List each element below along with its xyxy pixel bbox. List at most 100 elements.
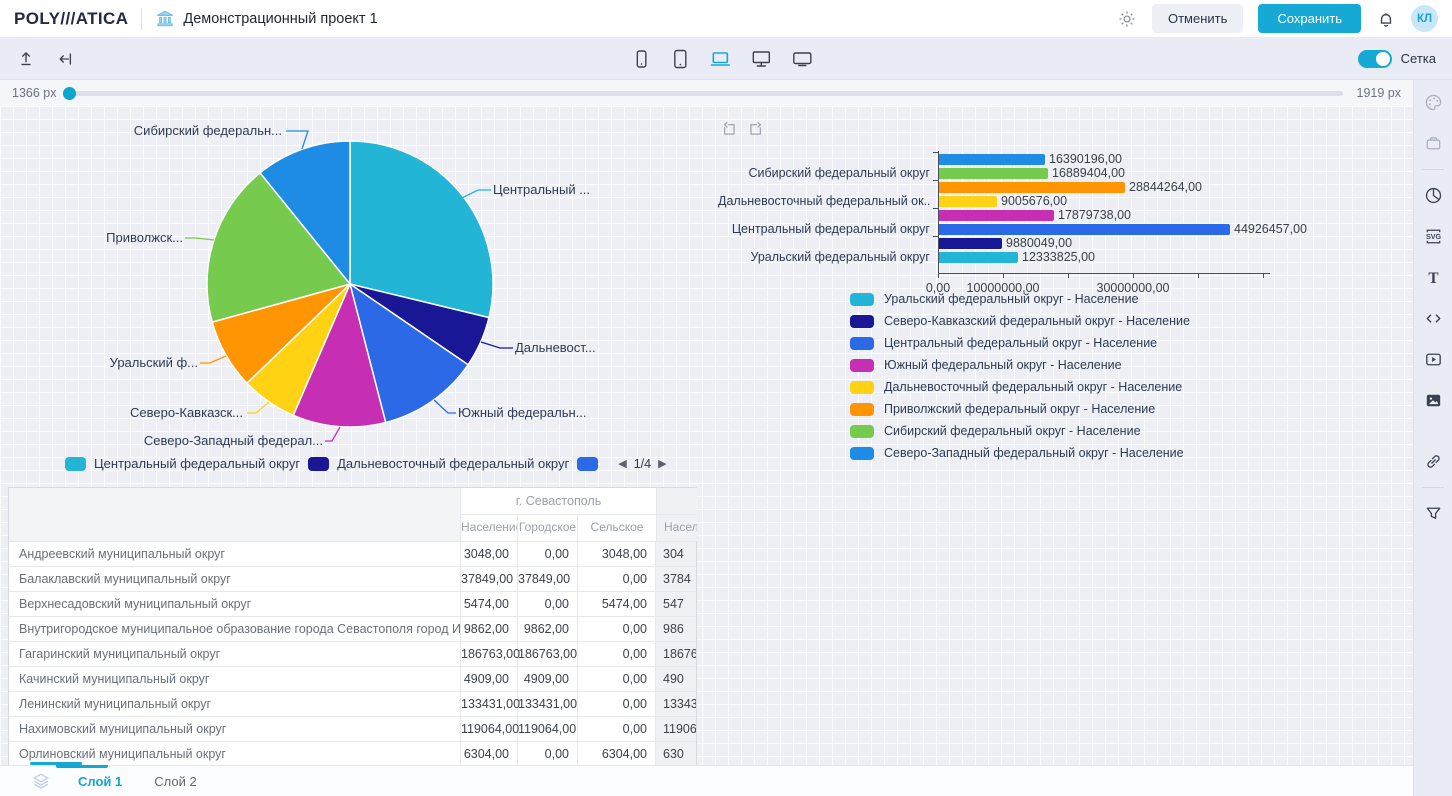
row-name-cell: Внутригородское муниципальное образовани… (9, 617, 461, 641)
dashboard-canvas[interactable]: Сибирский федеральн... Центральный ... П… (0, 106, 1413, 765)
row-name-cell: Ленинский муниципальный округ (9, 692, 461, 716)
x-axis-tick (1068, 274, 1069, 278)
device-tv-icon[interactable] (790, 48, 814, 70)
bar-row: 17879738,00 (938, 210, 1318, 221)
project-breadcrumb[interactable]: Демонстрационный проект 1 (155, 9, 377, 29)
layers-icon[interactable] (30, 770, 52, 792)
widgets-tray-icon[interactable] (1414, 123, 1452, 164)
legend-label: Центральный федеральный округ - Населени… (884, 336, 1157, 350)
device-tablet-icon[interactable] (669, 48, 691, 70)
bar[interactable] (938, 182, 1125, 193)
bar-legend-item[interactable]: Сибирский федеральный округ - Население (850, 424, 1190, 438)
table-row[interactable]: Орлиновский муниципальный округ6304,000,… (9, 741, 696, 765)
svg-text:T: T (1428, 270, 1438, 287)
bar[interactable] (938, 168, 1048, 179)
pie-legend-item[interactable] (577, 457, 598, 471)
value-cell: 5474,00 (461, 592, 518, 616)
bar[interactable] (938, 196, 997, 207)
palette-icon[interactable] (1414, 82, 1452, 123)
canvas-width-slider-row: 1366 px 1919 px (0, 80, 1413, 106)
pie-legend-item[interactable]: Дальневосточный федеральный округ (308, 456, 569, 471)
code-tool-icon[interactable] (1414, 298, 1452, 339)
bar-legend-item[interactable]: Дальневосточный федеральный округ - Насе… (850, 380, 1190, 394)
bar-chart-widget[interactable]: Сибирский федеральный округ16390196,0016… (718, 118, 1398, 488)
table-column-header[interactable]: Население (461, 515, 518, 541)
clipped-value-cell: 490 (656, 667, 696, 691)
pie-label-leader-line (247, 402, 269, 413)
row-name-cell: Андреевский муниципальный округ (9, 542, 461, 566)
value-cell: 0,00 (518, 742, 578, 765)
value-cell: 3048,00 (578, 542, 656, 566)
bar-legend-item[interactable]: Центральный федеральный округ - Населени… (850, 336, 1190, 350)
legend-prev-icon[interactable]: ◀ (618, 457, 626, 470)
svg-tool-icon[interactable]: SVG (1414, 216, 1452, 257)
legend-swatch (850, 425, 874, 438)
table-row[interactable]: Гагаринский муниципальный округ186763,00… (9, 641, 696, 666)
bar[interactable] (938, 238, 1002, 249)
settings-gear-icon[interactable] (1117, 9, 1137, 29)
table-row[interactable]: Верхнесадовский муниципальный округ5474,… (9, 591, 696, 616)
legend-swatch (850, 359, 874, 372)
filter-tool-icon[interactable] (1414, 493, 1452, 534)
collapse-left-icon[interactable] (56, 49, 76, 69)
value-cell: 0,00 (578, 617, 656, 641)
value-cell: 119064,00 (518, 717, 578, 741)
table-row[interactable]: Балаклавский муниципальный округ37849,00… (9, 566, 696, 591)
table-column-group-header[interactable]: г. Севастополь (461, 488, 656, 515)
value-cell: 0,00 (578, 692, 656, 716)
layer-tab-1[interactable]: Слой 1 (78, 774, 122, 789)
bar[interactable] (938, 154, 1045, 165)
table-column-header[interactable]: Сельское (578, 515, 656, 541)
value-cell: 0,00 (518, 542, 578, 566)
grid-toggle-label: Сетка (1401, 51, 1436, 66)
table-row[interactable]: Нахимовский муниципальный округ119064,00… (9, 716, 696, 741)
redo-icon[interactable] (748, 120, 765, 137)
table-row[interactable]: Качинский муниципальный округ4909,004909… (9, 666, 696, 691)
table-row[interactable]: Ленинский муниципальный округ133431,0013… (9, 691, 696, 716)
pie-label-central: Центральный ... (493, 182, 590, 197)
bar[interactable] (938, 224, 1230, 235)
layer-tab-2[interactable]: Слой 2 (154, 774, 196, 789)
bar-legend-item[interactable]: Уральский федеральный округ - Население (850, 292, 1190, 306)
grid-toggle[interactable] (1358, 50, 1392, 68)
table-row[interactable]: Андреевский муниципальный округ 3048,000,… (9, 541, 696, 566)
device-phone-icon[interactable] (630, 48, 652, 70)
link-tool-icon[interactable] (1414, 441, 1452, 482)
designer-toolbar: Сетка (0, 38, 1452, 80)
legend-swatch (577, 457, 598, 471)
value-cell: 186763,00 (461, 642, 518, 666)
pie-chart-tool-icon[interactable] (1414, 175, 1452, 216)
save-button[interactable]: Сохранить (1258, 4, 1361, 33)
table-row[interactable]: Внутригородское муниципальное образовани… (9, 616, 696, 641)
x-axis-tick (1198, 274, 1199, 278)
cancel-button[interactable]: Отменить (1152, 4, 1243, 33)
undo-icon[interactable] (720, 120, 737, 137)
legend-next-icon[interactable]: ▶ (658, 457, 666, 470)
pie-label-uralsky: Уральский ф... (110, 355, 198, 370)
bar-legend-item[interactable]: Южный федеральный округ - Население (850, 358, 1190, 372)
pie-legend-item[interactable]: Центральный федеральный округ (65, 456, 300, 471)
pie-chart-widget[interactable]: Сибирский федеральн... Центральный ... П… (10, 110, 700, 486)
bar-legend-item[interactable]: Северо-Кавказский федеральный округ - На… (850, 314, 1190, 328)
width-slider[interactable] (70, 91, 1342, 96)
bar-legend-item[interactable]: Северо-Западный федеральный округ - Насе… (850, 446, 1190, 460)
video-tool-icon[interactable] (1414, 339, 1452, 380)
pie-label-sibirsky: Сибирский федеральн... (134, 123, 282, 138)
pie-label-leader-line (481, 342, 513, 348)
clipped-value-cell: 630 (656, 742, 696, 765)
user-avatar[interactable]: КЛ (1411, 5, 1438, 32)
width-slider-handle[interactable] (63, 87, 76, 100)
image-tool-icon[interactable] (1414, 380, 1452, 421)
data-table-widget[interactable]: г. СевастопольНаселениеГородскоеСельское… (8, 487, 697, 765)
bar-legend-item[interactable]: Приволжский федеральный округ - Населени… (850, 402, 1190, 416)
bar[interactable] (938, 252, 1018, 263)
device-laptop-icon-active[interactable] (708, 48, 732, 70)
text-tool-icon[interactable]: T (1414, 257, 1452, 298)
table-column-header[interactable]: Городское (518, 515, 578, 541)
notifications-bell-icon[interactable] (1376, 9, 1396, 29)
bar[interactable] (938, 210, 1054, 221)
device-desktop-icon[interactable] (749, 48, 773, 70)
table-column-group: г. СевастопольНаселениеГородскоеСельское (461, 488, 657, 541)
export-upload-icon[interactable] (16, 49, 36, 69)
pie-label-leader-line (325, 427, 340, 441)
